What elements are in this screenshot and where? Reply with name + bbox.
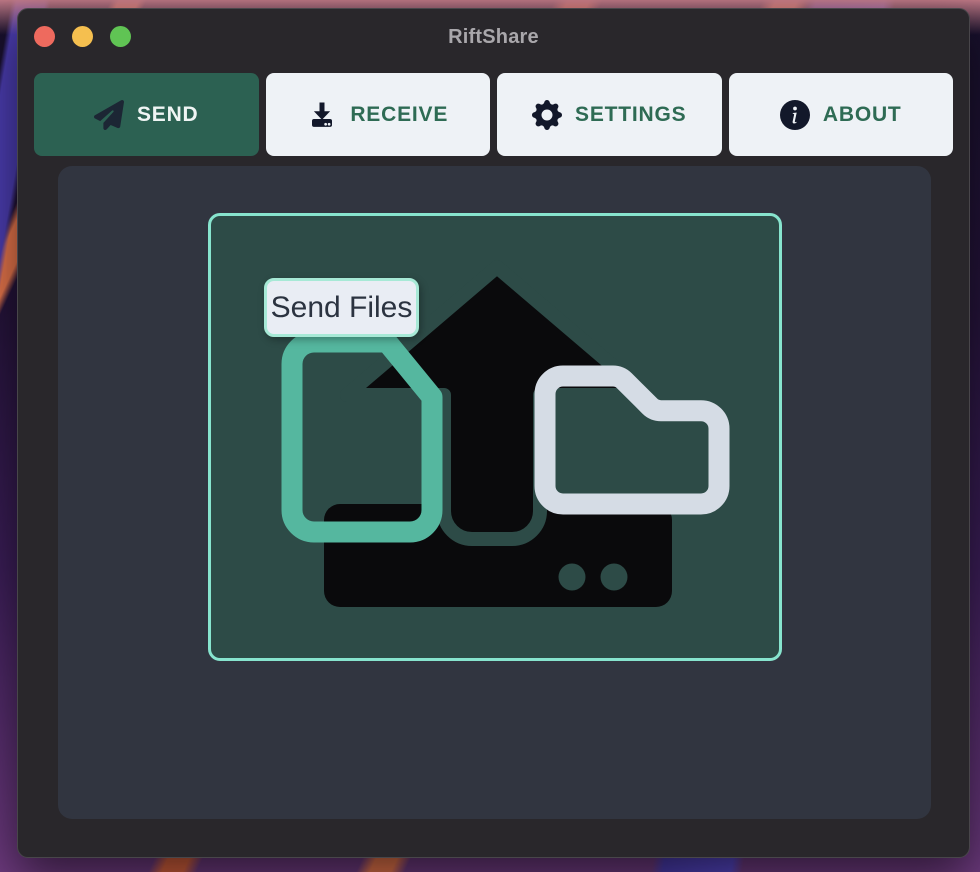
tab-settings[interactable]: SETTINGS bbox=[497, 73, 722, 156]
traffic-lights bbox=[34, 26, 131, 47]
gear-icon bbox=[532, 100, 562, 130]
tab-send-label: SEND bbox=[137, 103, 199, 127]
close-button[interactable] bbox=[34, 26, 55, 47]
minimize-button[interactable] bbox=[72, 26, 93, 47]
window-title: RiftShare bbox=[448, 26, 539, 49]
tab-send[interactable]: SEND bbox=[34, 73, 259, 156]
paper-plane-icon bbox=[94, 100, 124, 130]
send-files-badge: Send Files bbox=[264, 278, 419, 337]
download-icon bbox=[307, 100, 337, 130]
tab-bar: SEND RECEIVE SETTINGS ABOUT bbox=[18, 73, 969, 156]
info-circle-icon bbox=[780, 100, 810, 130]
tab-receive[interactable]: RECEIVE bbox=[266, 73, 491, 156]
tab-about-label: ABOUT bbox=[823, 103, 902, 127]
send-files-dropzone[interactable]: Send Files bbox=[208, 213, 782, 661]
send-panel: Send Files bbox=[58, 166, 931, 819]
tab-about[interactable]: ABOUT bbox=[729, 73, 954, 156]
title-bar: RiftShare bbox=[18, 9, 969, 65]
file-outline-icon bbox=[292, 342, 432, 532]
tab-receive-label: RECEIVE bbox=[350, 103, 448, 127]
tab-settings-label: SETTINGS bbox=[575, 103, 686, 127]
app-window: RiftShare SEND RECEIVE SE bbox=[17, 8, 970, 858]
maximize-button[interactable] bbox=[110, 26, 131, 47]
